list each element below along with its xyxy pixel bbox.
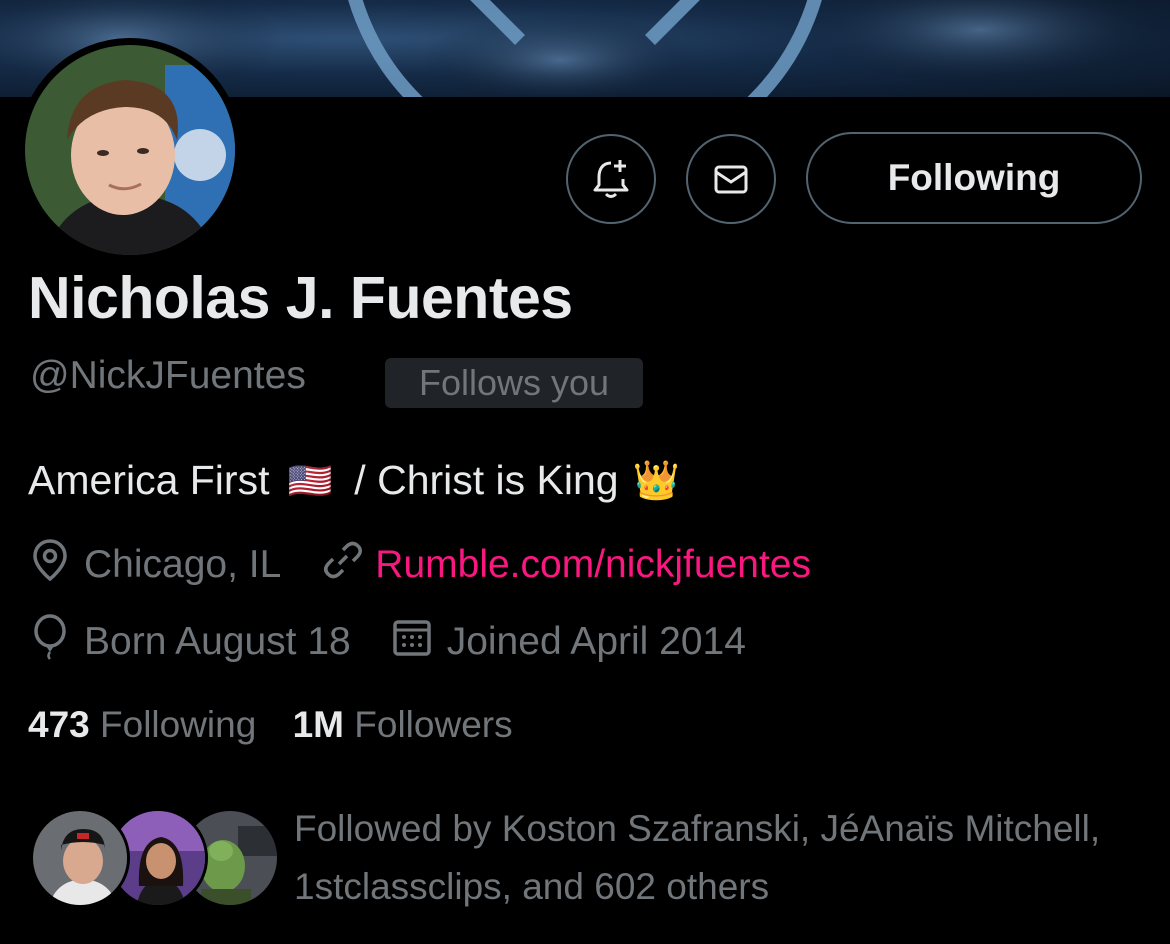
website-link[interactable]: Rumble.com/nickjfuentes [375,543,811,587]
joined-text: Joined April 2014 [446,620,746,663]
follow-stats: 473 Following 1M Followers [28,704,513,746]
link-icon [321,538,365,592]
message-button[interactable] [686,134,776,224]
bio-text-2: / Christ is King [354,457,619,503]
following-label: Following [100,704,257,745]
envelope-icon [714,165,748,194]
bio-text-1: America First [28,457,270,503]
profile-meta-row-2: Born August 18 Joined April 2014 [30,614,746,670]
followers-count: 1M [292,704,344,745]
balloon-icon [30,614,70,670]
us-flag-emoji: 🇺🇸 [287,459,333,501]
avatar-photo [25,45,235,255]
username: @NickJFuentes [30,354,306,397]
profile-meta-row-1: Chicago, IL Rumble.com/nickjfuentes [30,538,811,592]
location-pin-icon [30,538,70,592]
mutual-avatar-1 [30,808,130,908]
followers-stat[interactable]: 1M Followers [293,704,513,745]
birthday-text: Born August 18 [84,620,351,663]
following-count: 473 [28,704,90,745]
display-name: Nicholas J. Fuentes [28,265,573,331]
following-button[interactable]: Following [806,132,1142,224]
following-stat[interactable]: 473 Following [28,704,267,745]
crown-emoji: 👑 [632,459,680,502]
follows-you-badge: Follows you [385,358,643,408]
bio: America First 🇺🇸 / Christ is King 👑 [28,457,680,504]
followed-by-text[interactable]: Followed by Koston Szafranski, JéAnaïs M… [294,800,1134,916]
location-text: Chicago, IL [84,543,282,586]
profile-avatar[interactable] [18,38,242,262]
followers-label: Followers [354,704,513,745]
notifications-button[interactable] [566,134,656,224]
mutual-followers-avatars[interactable] [30,808,280,910]
bell-plus-icon [593,160,629,198]
calendar-icon [391,616,433,668]
